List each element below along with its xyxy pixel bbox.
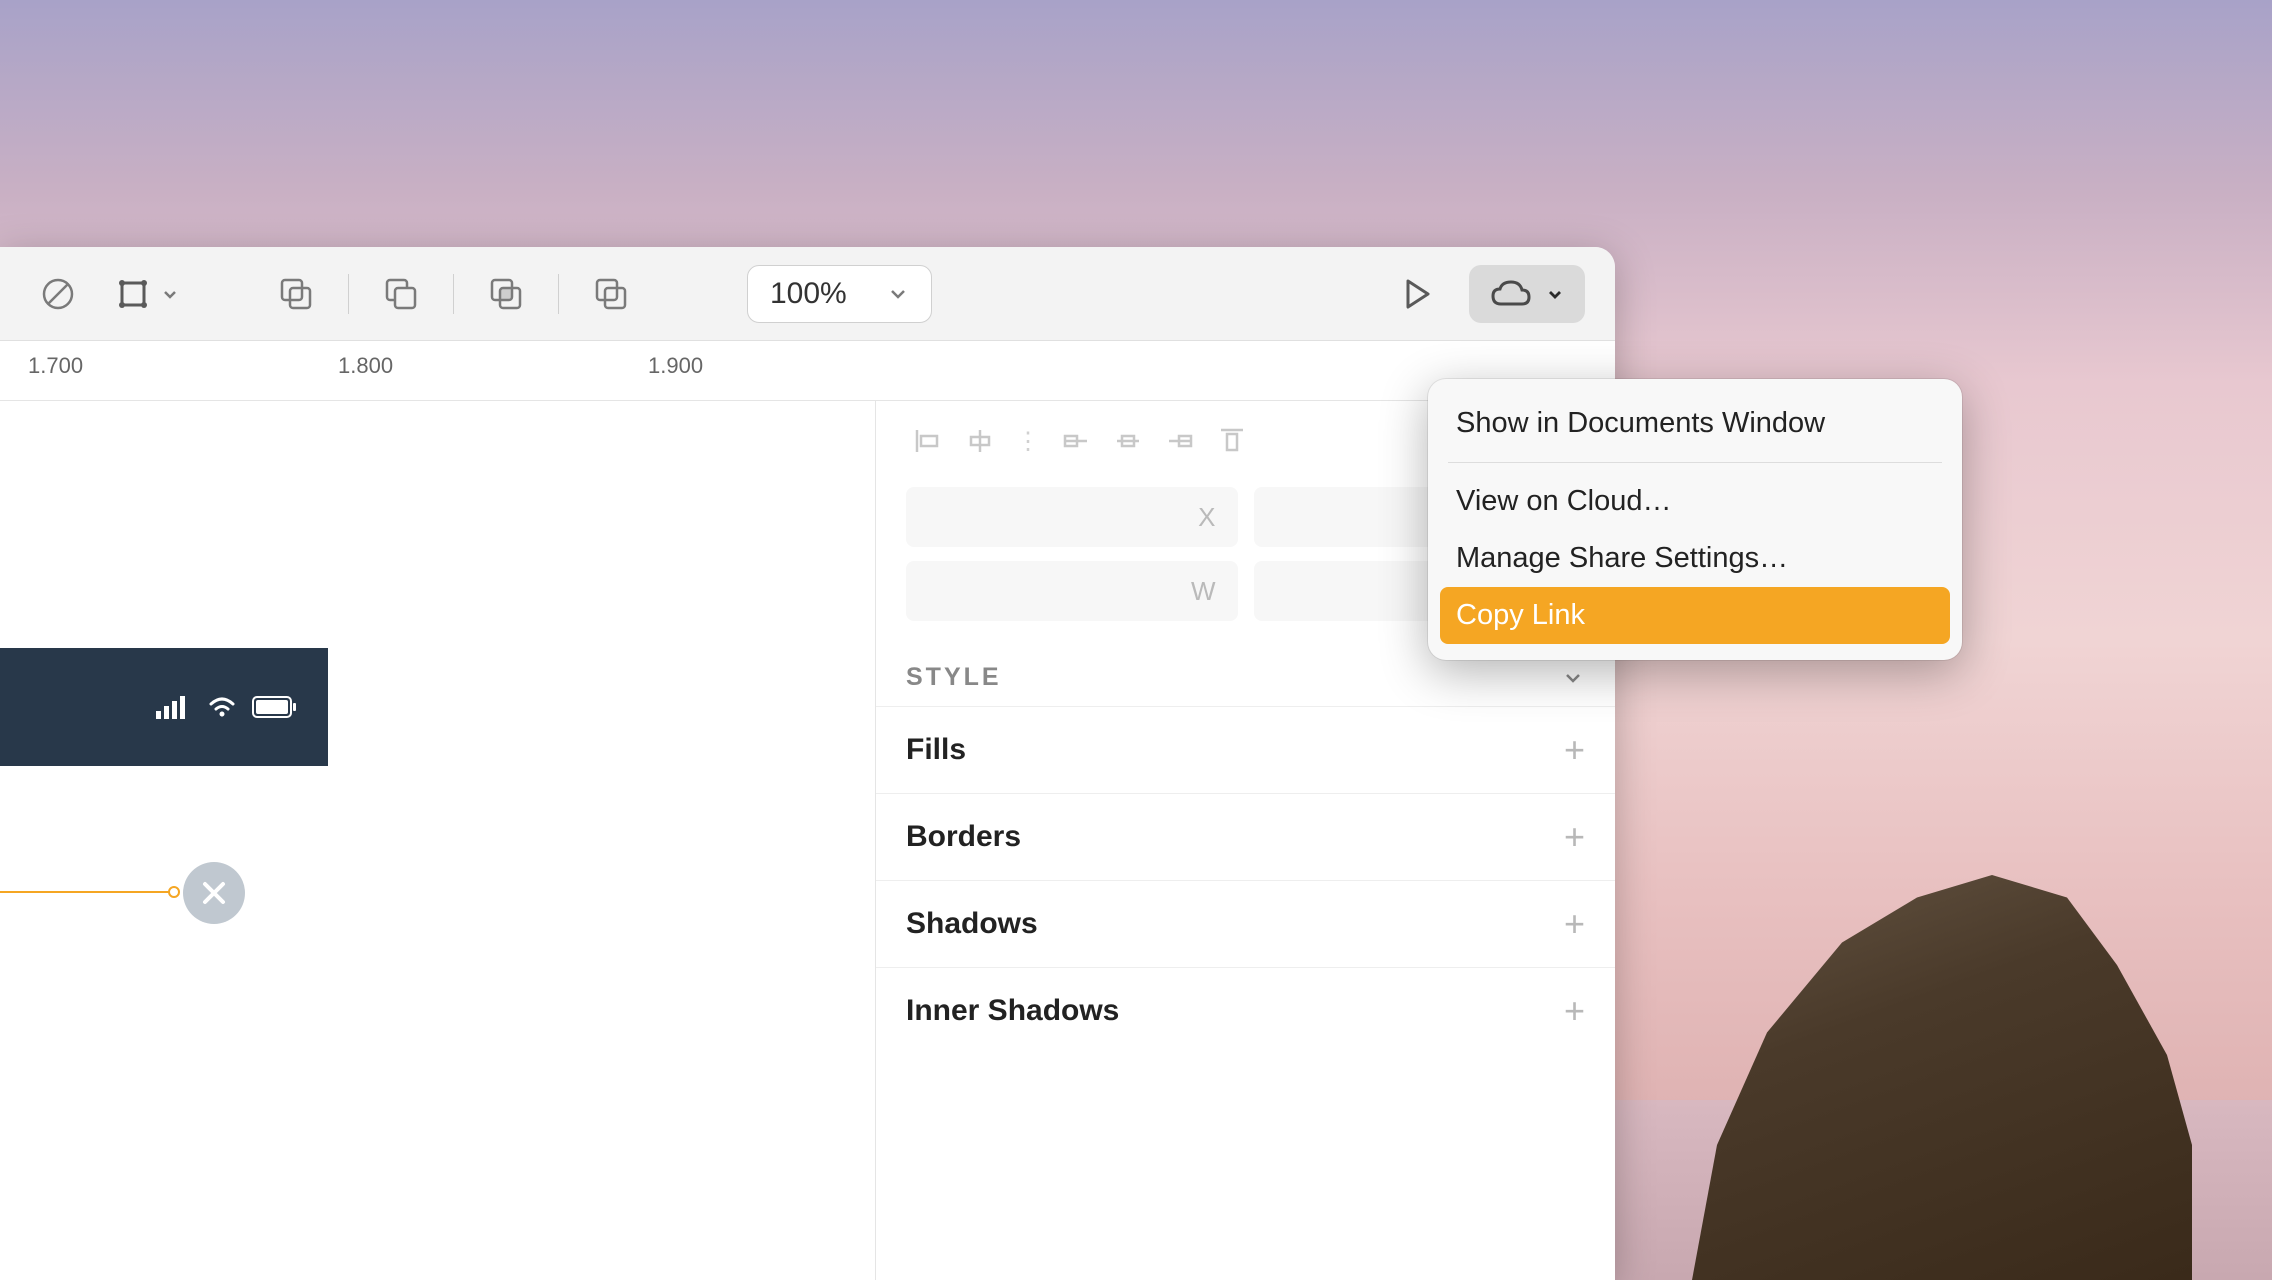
boolean-union-button[interactable] (268, 266, 324, 322)
align-h-left-button[interactable] (1054, 419, 1098, 463)
borders-row[interactable]: Borders + (876, 793, 1615, 880)
cloud-dropdown-menu: Show in Documents Window View on Cloud… … (1428, 379, 1962, 660)
artboard[interactable] (0, 648, 328, 1268)
boolean-subtract-button[interactable] (373, 266, 429, 322)
preview-play-button[interactable] (1389, 266, 1445, 322)
fills-row[interactable]: Fills + (876, 706, 1615, 793)
toolbar-separator (453, 274, 454, 314)
wifi-icon (206, 695, 238, 719)
align-h-center-button[interactable] (1106, 419, 1150, 463)
prototype-link-node[interactable] (168, 886, 180, 898)
align-center-h-button[interactable] (958, 419, 1002, 463)
menu-show-in-documents[interactable]: Show in Documents Window (1428, 395, 1962, 452)
toolbar: 100% (0, 247, 1615, 341)
ruler-tick-label: 1.800 (338, 353, 393, 379)
zoom-value: 100% (770, 277, 847, 311)
menu-view-on-cloud[interactable]: View on Cloud… (1428, 473, 1962, 530)
menu-manage-share-settings[interactable]: Manage Share Settings… (1428, 530, 1962, 587)
battery-icon (252, 695, 298, 719)
chevron-down-icon (1561, 666, 1585, 690)
mobile-status-bar (0, 648, 328, 766)
align-top-button[interactable] (1210, 419, 1254, 463)
shadows-row[interactable]: Shadows + (876, 880, 1615, 967)
ruler-tick-label: 1.900 (648, 353, 703, 379)
toolbar-separator (558, 274, 559, 314)
menu-copy-link[interactable]: Copy Link (1440, 587, 1950, 644)
artboard-content (0, 766, 328, 1266)
design-canvas[interactable] (0, 401, 875, 1280)
chevron-down-icon (1545, 284, 1565, 304)
add-inner-shadow-button[interactable]: + (1564, 990, 1585, 1032)
boolean-difference-button[interactable] (583, 266, 639, 322)
add-border-button[interactable]: + (1564, 816, 1585, 858)
app-window: 100% 1.700 1.800 1.900 (0, 247, 1615, 1280)
chevron-down-icon (160, 284, 180, 304)
zoom-select[interactable]: 100% (747, 265, 932, 323)
close-icon (199, 878, 229, 908)
x-position-field[interactable]: X (906, 487, 1238, 547)
inner-shadows-row[interactable]: Inner Shadows + (876, 967, 1615, 1054)
menu-separator (1448, 462, 1942, 463)
horizontal-ruler: 1.700 1.800 1.900 (0, 341, 1615, 401)
align-h-right-button[interactable] (1158, 419, 1202, 463)
close-button[interactable] (183, 862, 245, 924)
width-field[interactable]: W (906, 561, 1238, 621)
cloud-menu-button[interactable] (1469, 265, 1585, 323)
toolbar-separator (348, 274, 349, 314)
chevron-down-icon (887, 283, 909, 305)
prototype-link-line (0, 891, 175, 893)
rotate-tool-button[interactable] (30, 266, 86, 322)
align-left-button[interactable] (906, 419, 950, 463)
add-shadow-button[interactable]: + (1564, 903, 1585, 945)
add-fill-button[interactable]: + (1564, 729, 1585, 771)
signal-icon (156, 695, 192, 719)
ruler-tick-label: 1.700 (28, 353, 83, 379)
shape-tool-group[interactable] (110, 271, 180, 317)
align-separator: ⋮ (1010, 419, 1046, 463)
cloud-icon (1489, 278, 1533, 310)
boolean-intersect-button[interactable] (478, 266, 534, 322)
